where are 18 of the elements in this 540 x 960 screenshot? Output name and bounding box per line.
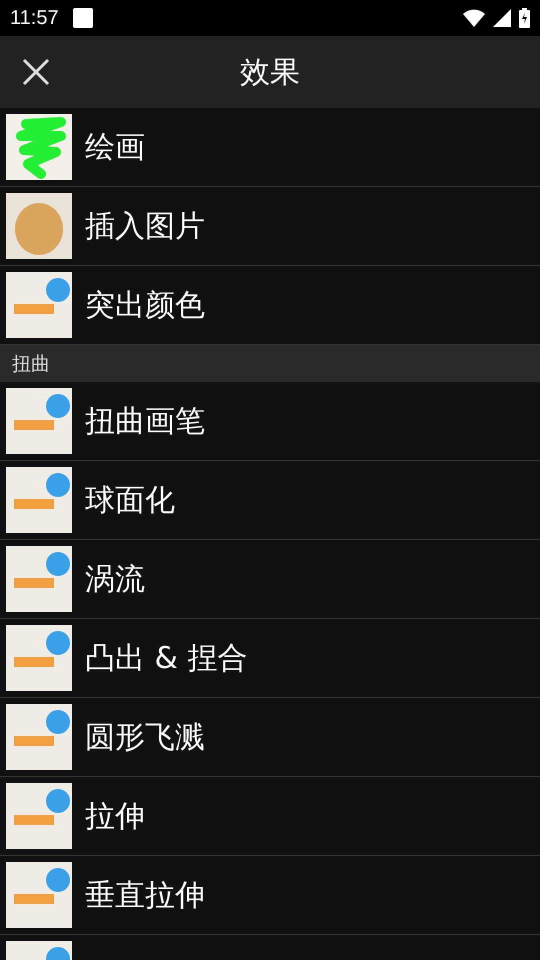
effect-item[interactable]: 凸出 & 捏合 — [85, 638, 248, 678]
effect-item[interactable]: 拉伸 — [85, 796, 145, 836]
effect-item[interactable]: 球面化 — [85, 480, 175, 520]
effect-item[interactable]: 垂直拉伸 — [85, 874, 205, 916]
close-icon — [22, 58, 50, 86]
effect-item[interactable]: 插入图片 — [85, 206, 205, 246]
battery-icon — [519, 8, 530, 28]
effect-item[interactable]: 涡流 — [85, 558, 145, 600]
notification-icon — [72, 8, 93, 28]
signal-icon — [493, 9, 511, 27]
effect-item[interactable]: 扭曲画笔 — [85, 400, 205, 442]
effect-item[interactable]: 绘画 — [85, 126, 145, 168]
wifi-icon — [463, 9, 485, 27]
status-time: 11:57 — [10, 6, 59, 30]
effect-item[interactable]: 圆形飞溅 — [85, 716, 205, 758]
effect-item[interactable]: 突出颜色 — [85, 284, 205, 326]
section-title: 扭曲 — [12, 352, 50, 376]
screen-title: 效果 — [240, 54, 300, 90]
